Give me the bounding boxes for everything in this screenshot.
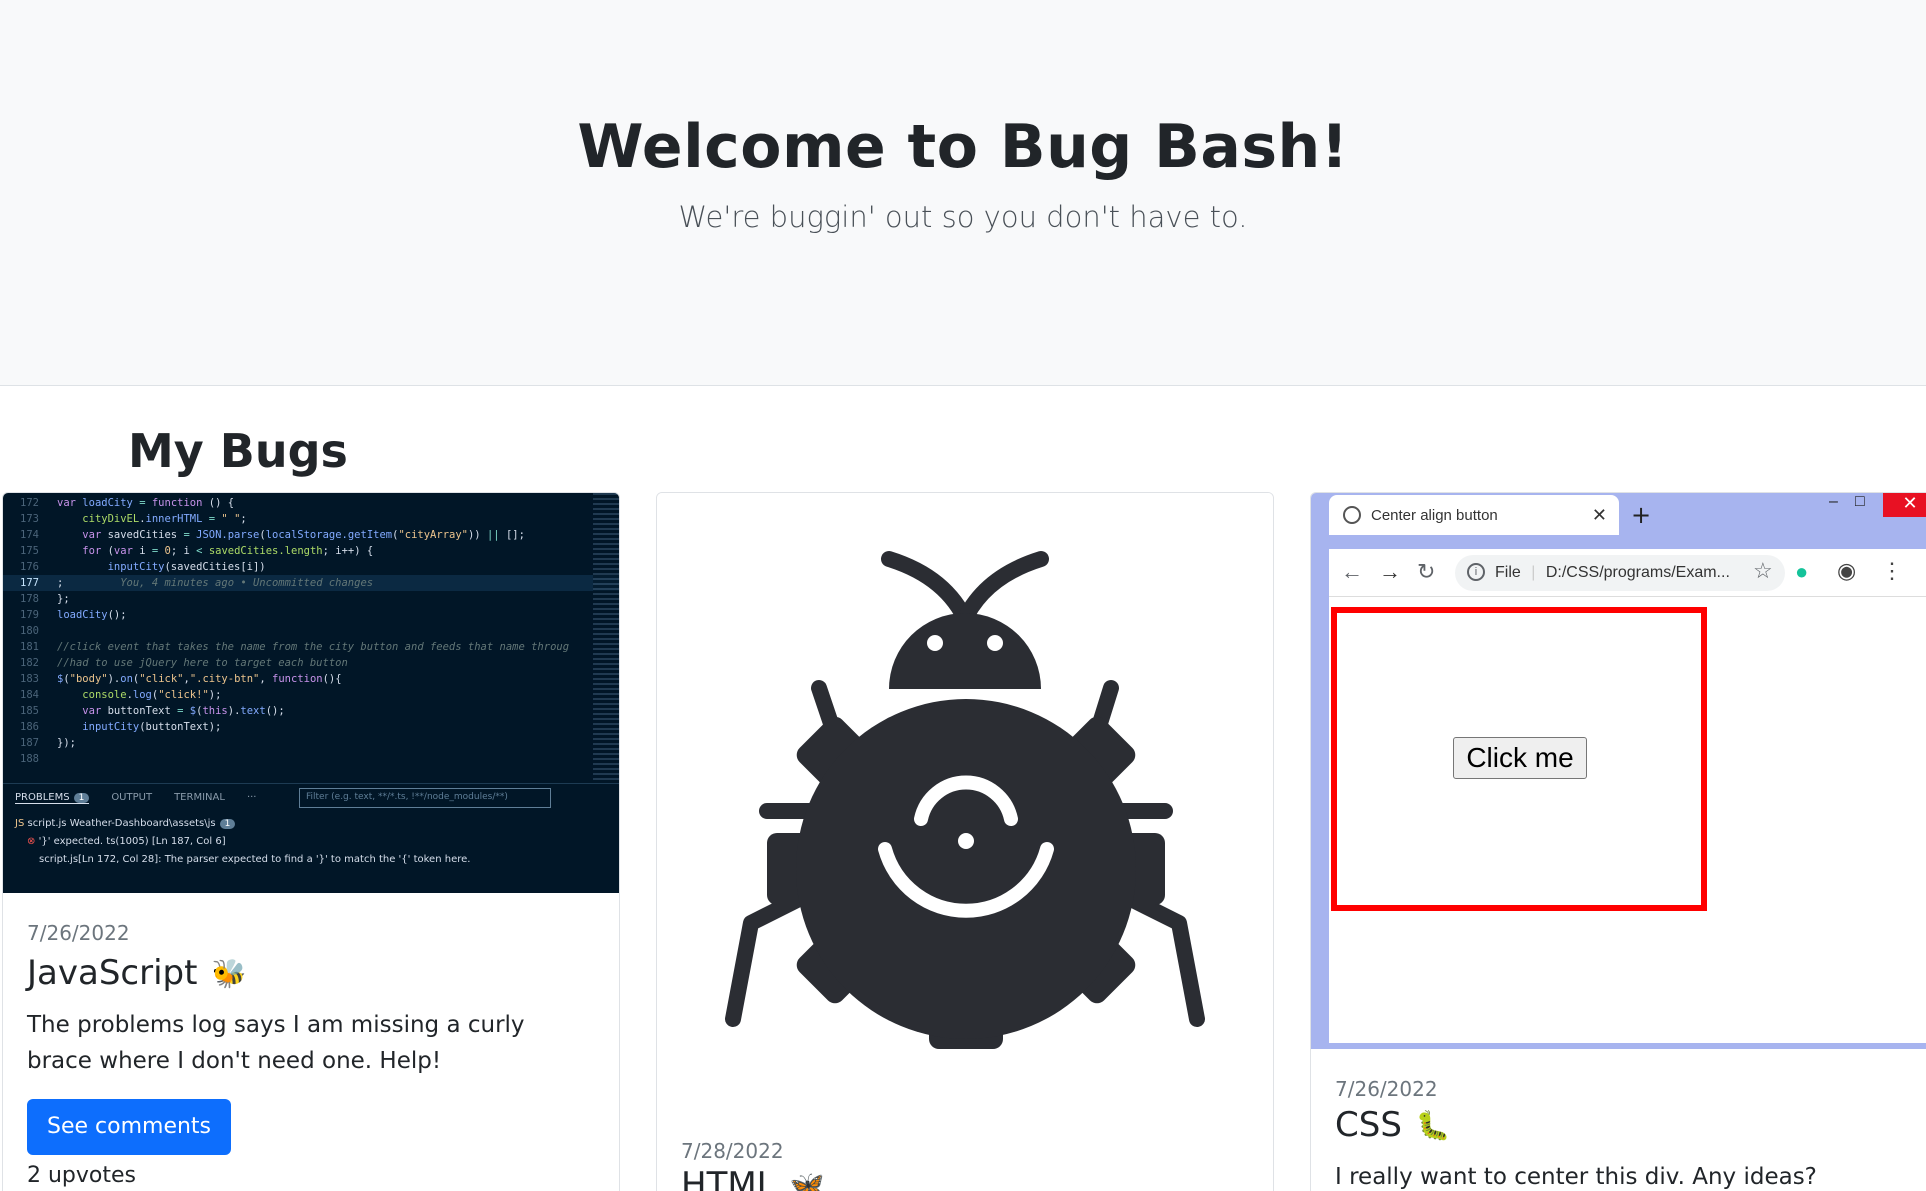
code-line: 182//had to use jQuery here to target ea… — [20, 657, 348, 669]
problems-panel: PROBLEMS 1 OUTPUT TERMINAL ··· Filter (e.… — [3, 783, 619, 893]
more-icon[interactable]: ··· — [247, 792, 257, 804]
code-line: 188 — [20, 753, 39, 765]
red-bordered-div: Click me — [1331, 607, 1707, 911]
card-title: JavaScript 🐝 — [27, 953, 246, 993]
address-bar[interactable]: i File | D:/CSS/programs/Exam... — [1455, 555, 1785, 591]
globe-icon — [1343, 506, 1361, 524]
editor-minimap — [593, 493, 619, 783]
see-comments-button[interactable]: See comments — [27, 1099, 232, 1155]
problem-file-row: JS script.js Weather-Dashboard\assets\js… — [15, 818, 236, 829]
js-file-icon: JS — [15, 818, 25, 829]
upvote-count: 2 upvotes — [27, 1163, 137, 1188]
code-line: 185 var buttonText = $(this).text(); — [20, 705, 285, 717]
bug-card-html: 7/28/2022 HTML 🦋 — [656, 492, 1274, 1191]
browser-window: Center align button ✕ + – □ ✕ ← → ↻ i Fi… — [1329, 493, 1926, 1043]
card-image-bug — [657, 493, 1273, 1093]
star-icon[interactable]: ☆ — [1753, 558, 1773, 584]
card-title: HTML 🦋 — [681, 1165, 825, 1191]
code-line: 173 cityDivEL.innerHTML = " "; — [20, 513, 247, 525]
butterfly-icon: 🦋 — [789, 1168, 825, 1191]
bug-gear-icon — [725, 551, 1205, 1049]
card-text: I really want to center this div. Any id… — [1335, 1164, 1817, 1190]
code-line: 186 inputCity(buttonText); — [20, 721, 222, 733]
window-close-icon[interactable]: ✕ — [1883, 493, 1926, 517]
maximize-icon[interactable]: □ — [1855, 493, 1865, 511]
click-me-button[interactable]: Click me — [1453, 737, 1587, 779]
forward-icon[interactable]: → — [1379, 559, 1401, 585]
code-line: 181//click event that takes the name fro… — [20, 641, 570, 653]
info-icon: i — [1467, 563, 1485, 581]
card-date: 7/26/2022 — [27, 921, 130, 945]
tab-terminal[interactable]: TERMINAL — [174, 792, 225, 804]
minimize-icon[interactable]: – — [1829, 493, 1838, 511]
back-icon[interactable]: ← — [1341, 559, 1363, 585]
card-title-text: JavaScript — [27, 953, 198, 993]
bee-icon: 🐝 — [211, 956, 247, 990]
error-icon: ⊗ — [27, 836, 36, 847]
code-line-active: 177; You, 4 minutes ago • Uncommitted ch… — [3, 575, 619, 591]
code-line: 187}); — [20, 737, 76, 749]
code-line: 178}; — [20, 593, 70, 605]
caterpillar-icon: 🐛 — [1415, 1108, 1451, 1142]
bug-card-css: Center align button ✕ + – □ ✕ ← → ↻ i Fi… — [1310, 492, 1926, 1191]
browser-tab-title: Center align button — [1371, 507, 1498, 524]
reload-icon[interactable]: ↻ — [1417, 559, 1435, 585]
browser-toolbar: ← → ↻ i File | D:/CSS/programs/Exam... ☆… — [1329, 549, 1926, 597]
close-icon[interactable]: ✕ — [1592, 505, 1607, 526]
problem-error-row[interactable]: ⊗ '}' expected. ts(1005) [Ln 187, Col 6] — [27, 836, 226, 847]
problem-detail-row: script.js[Ln 172, Col 28]: The parser ex… — [39, 854, 471, 865]
hero-subtitle: We're buggin' out so you don't have to. — [678, 200, 1248, 234]
new-tab-icon[interactable]: + — [1631, 501, 1651, 529]
tab-output[interactable]: OUTPUT — [111, 792, 152, 804]
card-text: The problems log says I am missing a cur… — [27, 1012, 525, 1074]
code-line: 180 — [20, 625, 39, 637]
panel-tabs: PROBLEMS 1 OUTPUT TERMINAL ··· — [15, 792, 256, 804]
code-line: 179 loadCity(); — [20, 609, 127, 621]
code-line: 174 var savedCities = JSON.parse(localSt… — [20, 529, 525, 541]
section-title: My Bugs — [128, 424, 348, 478]
menu-icon[interactable]: ⋮ — [1881, 558, 1903, 584]
tab-problems[interactable]: PROBLEMS 1 — [15, 792, 90, 804]
grammarly-icon[interactable]: ● — [1795, 559, 1808, 585]
code-editor: 172 var loadCity = function () { 173 city… — [3, 493, 619, 783]
browser-tab[interactable]: Center align button ✕ — [1329, 495, 1619, 535]
code-line: 175 for (var i = 0; i < savedCities.leng… — [20, 545, 374, 557]
card-date: 7/28/2022 — [681, 1139, 784, 1163]
hero-title: Welcome to Bug Bash! — [577, 112, 1349, 182]
code-line: 184 console.log("click!"); — [20, 689, 222, 701]
code-line: 183 $("body").on("click",".city-btn", fun… — [20, 673, 342, 685]
url-text: D:/CSS/programs/Exam... — [1545, 564, 1730, 581]
code-line: 172 var loadCity = function () { — [20, 497, 235, 509]
profile-icon[interactable]: ◉ — [1837, 558, 1856, 584]
card-image-code-editor: 172 var loadCity = function () { 173 city… — [3, 493, 619, 893]
card-title-text: HTML — [681, 1165, 776, 1191]
url-prefix: File — [1495, 564, 1521, 581]
code-line: 176 inputCity(savedCities[i]) — [20, 561, 266, 573]
card-date: 7/26/2022 — [1335, 1077, 1438, 1101]
bug-card-javascript: 172 var loadCity = function () { 173 city… — [2, 492, 620, 1191]
problems-filter-input[interactable]: Filter (e.g. text, **/*.ts, !**/node_mod… — [299, 788, 551, 808]
card-image-browser: Center align button ✕ + – □ ✕ ← → ↻ i Fi… — [1311, 493, 1926, 1049]
hero-banner: Welcome to Bug Bash! We're buggin' out s… — [0, 0, 1926, 386]
card-title: CSS 🐛 — [1335, 1105, 1451, 1145]
card-title-text: CSS — [1335, 1105, 1402, 1145]
